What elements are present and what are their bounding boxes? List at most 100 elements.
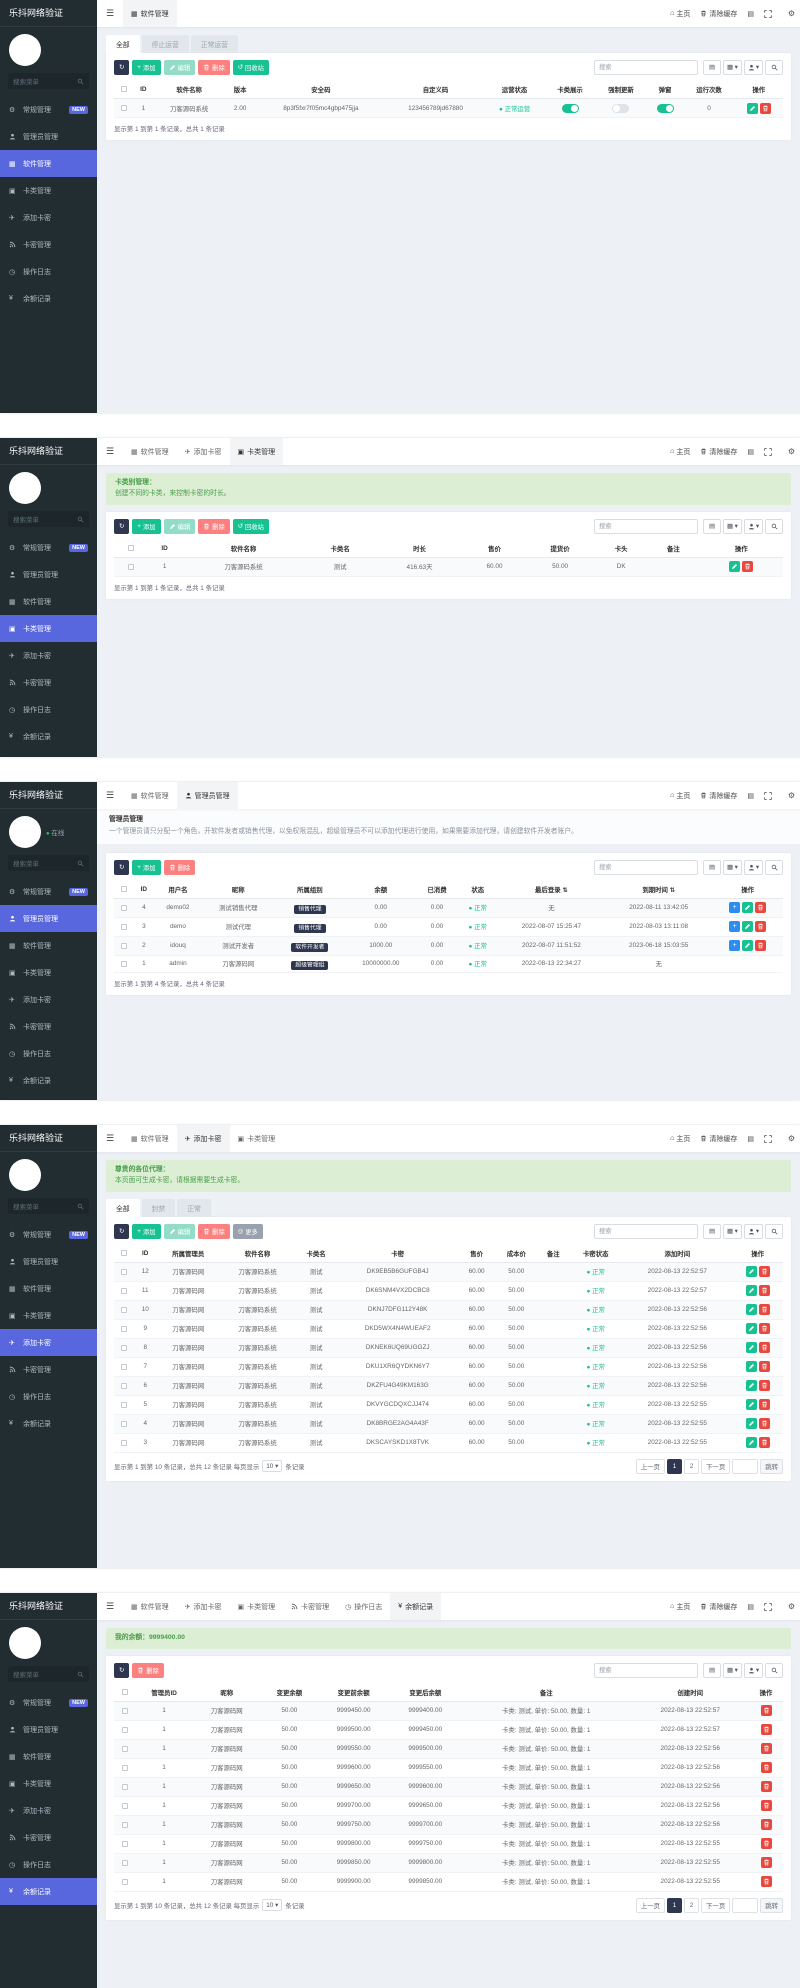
column-header[interactable]: 到期时间 ⇅ bbox=[605, 881, 712, 899]
sidebar-item-1[interactable]: 管理员管理 bbox=[0, 1716, 97, 1743]
clear-cache-link[interactable]: 清除缓存 bbox=[700, 791, 737, 801]
columns-button[interactable]: ▦ ▾ bbox=[723, 1224, 742, 1239]
toggle-switch[interactable] bbox=[657, 104, 674, 113]
fullscreen-icon[interactable] bbox=[764, 10, 772, 18]
clipboard-button[interactable]: ▤ bbox=[703, 860, 721, 875]
row-delete-button[interactable] bbox=[755, 940, 766, 951]
sidebar-search-input[interactable]: 搜索菜单 bbox=[8, 1198, 89, 1214]
sidebar-item-4[interactable]: ✈添加卡密 bbox=[0, 204, 97, 231]
row-edit-button[interactable] bbox=[742, 902, 753, 913]
sidebar-item-7[interactable]: ¥余额记录 bbox=[0, 1878, 97, 1905]
clipboard-button[interactable]: ▤ bbox=[703, 60, 721, 75]
columns-button[interactable]: ▦ ▾ bbox=[723, 519, 742, 534]
edit-button[interactable]: 编辑 bbox=[164, 1224, 196, 1239]
settings-gear-icon[interactable]: ⚙ bbox=[788, 438, 795, 465]
delete-button[interactable]: 删除 bbox=[198, 519, 230, 534]
file-icon[interactable]: ▤ bbox=[747, 792, 754, 800]
row-edit-button[interactable] bbox=[746, 1285, 757, 1296]
home-link[interactable]: ⌂ 主页 bbox=[670, 447, 690, 457]
delete-button[interactable]: 删除 bbox=[198, 1224, 230, 1239]
avatar[interactable] bbox=[9, 1627, 41, 1659]
row-delete-button[interactable] bbox=[761, 1762, 772, 1773]
page-button-1[interactable]: 1 bbox=[667, 1459, 682, 1474]
row-edit-button[interactable] bbox=[742, 921, 753, 932]
recycle-bin-button[interactable]: ↺回收站 bbox=[233, 60, 269, 75]
row-edit-button[interactable] bbox=[746, 1266, 757, 1277]
filter-tab-1[interactable]: 停止运营 bbox=[142, 35, 189, 53]
row-delete-button[interactable] bbox=[759, 1361, 770, 1372]
tab-软件管理[interactable]: ▦软件管理 bbox=[123, 0, 177, 27]
row-checkbox[interactable] bbox=[121, 1402, 127, 1408]
sidebar-item-1[interactable]: 管理员管理 bbox=[0, 561, 97, 588]
sidebar-item-6[interactable]: ◷操作日志 bbox=[0, 1851, 97, 1878]
sidebar-item-5[interactable]: 卡密管理 bbox=[0, 1013, 97, 1040]
select-all-checkbox[interactable] bbox=[121, 886, 127, 892]
table-search-input[interactable] bbox=[594, 60, 698, 75]
view-mode-button[interactable]: ▾ bbox=[744, 1663, 763, 1678]
search-button[interactable] bbox=[765, 519, 783, 534]
columns-button[interactable]: ▦ ▾ bbox=[723, 860, 742, 875]
tab-卡密管理[interactable]: 卡密管理 bbox=[283, 1593, 337, 1620]
tab-软件管理[interactable]: ▦软件管理 bbox=[123, 1593, 177, 1620]
row-edit-button[interactable] bbox=[746, 1437, 757, 1448]
row-checkbox[interactable] bbox=[128, 564, 134, 570]
columns-button[interactable]: ▦ ▾ bbox=[723, 1663, 742, 1678]
menu-toggle-icon[interactable]: ☰ bbox=[97, 1133, 123, 1144]
row-checkbox[interactable] bbox=[122, 1727, 128, 1733]
view-mode-button[interactable]: ▾ bbox=[744, 860, 763, 875]
row-delete-button[interactable] bbox=[759, 1342, 770, 1353]
search-button[interactable] bbox=[765, 860, 783, 875]
row-checkbox[interactable] bbox=[121, 1345, 127, 1351]
file-icon[interactable]: ▤ bbox=[747, 448, 754, 456]
row-delete-button[interactable] bbox=[759, 1437, 770, 1448]
row-delete-button[interactable] bbox=[761, 1876, 772, 1887]
tab-添加卡密[interactable]: ✈添加卡密 bbox=[177, 438, 230, 465]
sidebar-item-5[interactable]: 卡密管理 bbox=[0, 1356, 97, 1383]
select-all-checkbox[interactable] bbox=[121, 1250, 127, 1256]
refresh-button[interactable]: ↻ bbox=[114, 860, 129, 875]
filter-tab-0[interactable]: 全部 bbox=[106, 1199, 140, 1217]
row-delete-button[interactable] bbox=[759, 1399, 770, 1410]
avatar[interactable] bbox=[9, 34, 41, 66]
columns-button[interactable]: ▦ ▾ bbox=[723, 60, 742, 75]
row-checkbox[interactable] bbox=[121, 105, 127, 111]
avatar[interactable] bbox=[9, 472, 41, 504]
row-edit-button[interactable] bbox=[746, 1304, 757, 1315]
row-checkbox[interactable] bbox=[122, 1746, 128, 1752]
tab-添加卡密[interactable]: ✈添加卡密 bbox=[177, 1125, 230, 1152]
sidebar-item-2[interactable]: ▦软件管理 bbox=[0, 588, 97, 615]
row-delete-button[interactable] bbox=[761, 1800, 772, 1811]
row-checkbox[interactable] bbox=[122, 1822, 128, 1828]
row-delete-button[interactable] bbox=[755, 921, 766, 932]
row-edit-button[interactable] bbox=[746, 1323, 757, 1334]
filter-tab-2[interactable]: 正常运营 bbox=[191, 35, 238, 53]
sidebar-item-3[interactable]: ▣卡类管理 bbox=[0, 959, 97, 986]
table-search-input[interactable] bbox=[594, 519, 698, 534]
tab-软件管理[interactable]: ▦软件管理 bbox=[123, 438, 177, 465]
tab-余额记录[interactable]: ¥余额记录 bbox=[390, 1593, 441, 1620]
sidebar-item-3[interactable]: ▣卡类管理 bbox=[0, 615, 97, 642]
sidebar-search-input[interactable]: 搜索菜单 bbox=[8, 1666, 89, 1682]
table-search-input[interactable] bbox=[594, 860, 698, 875]
row-checkbox[interactable] bbox=[122, 1803, 128, 1809]
row-checkbox[interactable] bbox=[122, 1841, 128, 1847]
sidebar-item-1[interactable]: 管理员管理 bbox=[0, 1248, 97, 1275]
sidebar-item-0[interactable]: ⚙常规管理NEW bbox=[0, 1221, 97, 1248]
row-edit-button[interactable] bbox=[746, 1342, 757, 1353]
refresh-button[interactable]: ↻ bbox=[114, 1224, 129, 1239]
home-link[interactable]: ⌂ 主页 bbox=[670, 1134, 690, 1144]
page-jump-input[interactable] bbox=[732, 1898, 758, 1913]
clear-cache-link[interactable]: 清除缓存 bbox=[700, 1602, 737, 1612]
avatar[interactable] bbox=[9, 816, 41, 848]
table-search-input[interactable] bbox=[594, 1663, 698, 1678]
sidebar-item-0[interactable]: ⚙常规管理NEW bbox=[0, 96, 97, 123]
toggle-switch[interactable] bbox=[612, 104, 629, 113]
tab-卡类管理[interactable]: ▣卡类管理 bbox=[230, 1593, 284, 1620]
clear-cache-link[interactable]: 清除缓存 bbox=[700, 9, 737, 19]
toggle-switch[interactable] bbox=[562, 104, 579, 113]
avatar[interactable] bbox=[9, 1159, 41, 1191]
row-checkbox[interactable] bbox=[121, 1326, 127, 1332]
sidebar-item-7[interactable]: ¥余额记录 bbox=[0, 723, 97, 750]
tab-软件管理[interactable]: ▦软件管理 bbox=[123, 782, 177, 809]
tab-添加卡密[interactable]: ✈添加卡密 bbox=[177, 1593, 230, 1620]
